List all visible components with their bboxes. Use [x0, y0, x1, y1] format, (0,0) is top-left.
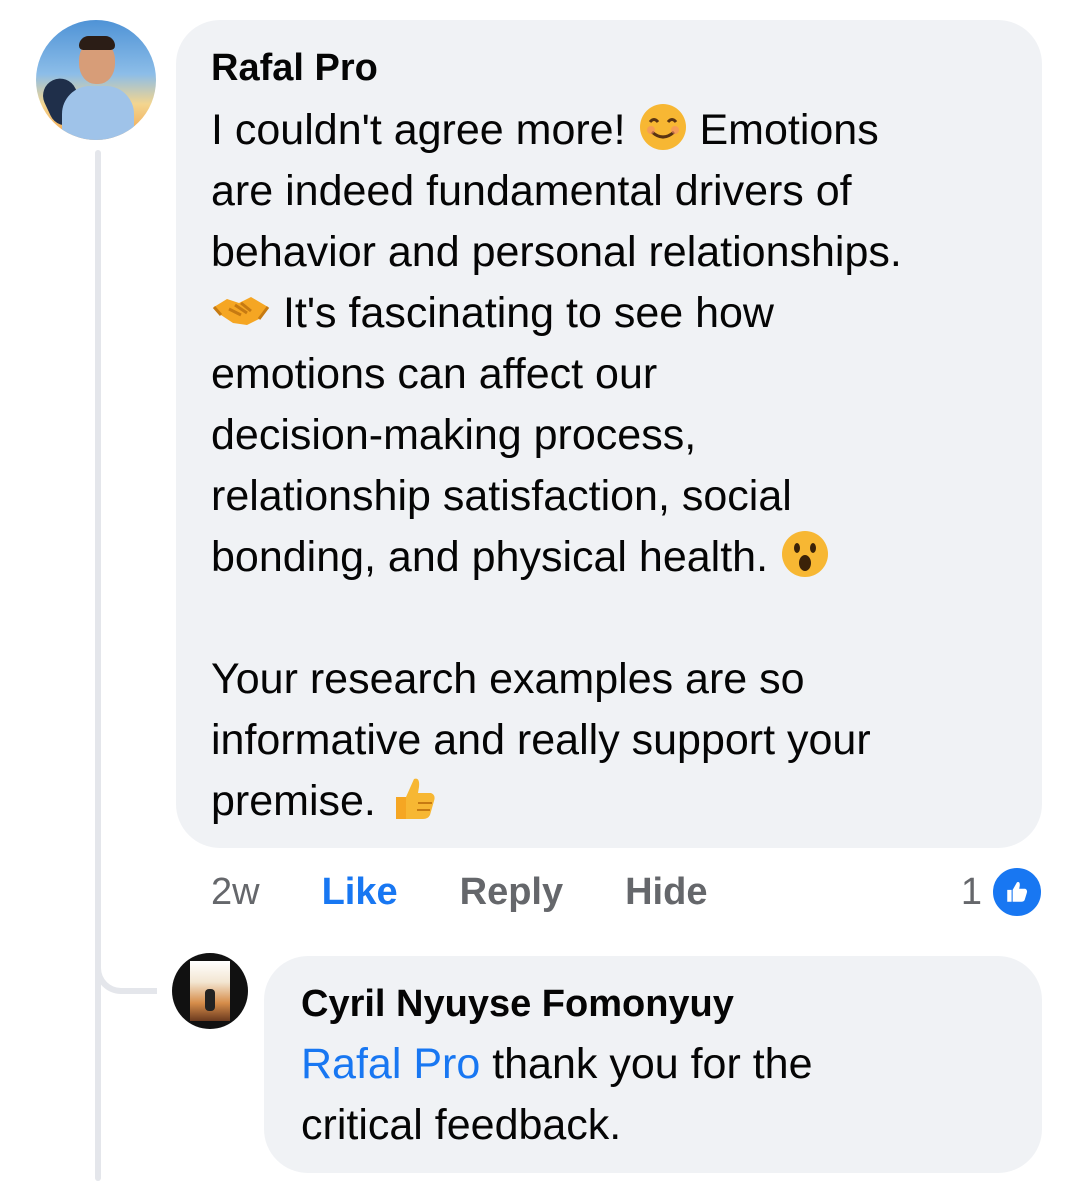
like-button[interactable]: Like [322, 868, 398, 916]
comment-line: emotions can affect our [211, 350, 658, 398]
comment-text: I couldn't agree more! Emotions are inde… [211, 100, 1011, 832]
reply-branch-line [95, 950, 157, 994]
avatar[interactable] [172, 953, 248, 1029]
handshake-icon [212, 297, 270, 325]
comment-line: bonding, and physical health. [211, 533, 769, 581]
comment-line: relationship satisfaction, social [211, 472, 792, 520]
thumbs-up-icon [395, 778, 435, 819]
comment-line: behavior and personal relationships. [211, 228, 902, 276]
reaction-count: 1 [960, 870, 982, 913]
like-reaction-icon [990, 865, 1044, 919]
comment-line: Your research examples are so [211, 655, 805, 703]
avatar[interactable] [36, 20, 156, 140]
comment-line: informative and really support your [211, 716, 871, 764]
comment-author[interactable]: Rafal Pro [211, 44, 378, 92]
mention-link[interactable]: Rafal Pro [301, 1040, 480, 1088]
smiling-face-icon [639, 104, 686, 150]
comment-line: are indeed fundamental drivers of [211, 167, 852, 215]
astonished-face-icon [781, 531, 828, 577]
comment-line: It's fascinating to see how [282, 289, 774, 337]
reply-text-line: thank you for the [480, 1040, 813, 1088]
comment-line: decision-making process, [211, 411, 697, 459]
comment-actions: 2w Like Reply Hide [211, 868, 707, 916]
reply-text-line: critical feedback. [301, 1101, 622, 1149]
reply-button[interactable]: Reply [460, 868, 563, 916]
reply-author[interactable]: Cyril Nyuyse Fomonyuy [301, 980, 734, 1028]
reply-text: Rafal Pro thank you for the critical feed… [301, 1034, 1021, 1156]
thread-line [95, 150, 101, 1181]
comment-line: I couldn't agree more! [211, 106, 626, 154]
hide-button[interactable]: Hide [625, 868, 707, 916]
comment-line: Emotions [699, 106, 879, 154]
reaction-summary[interactable]: 1 [961, 864, 1044, 920]
comment-line: premise. [211, 777, 376, 825]
timestamp[interactable]: 2w [211, 868, 260, 916]
